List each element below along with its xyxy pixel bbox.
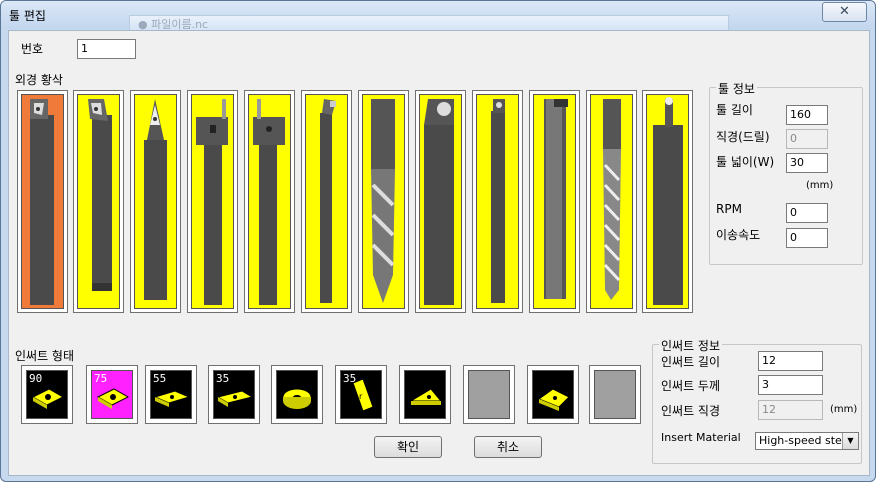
rpm-field[interactable]: 0	[786, 203, 828, 223]
insert-thickness-label: 인써트 두께	[661, 379, 721, 393]
tool-drill[interactable]	[358, 90, 409, 313]
tool-groove-bore[interactable]	[529, 90, 580, 313]
tool-image	[248, 94, 291, 309]
tool-info-group: 툴 정보 툴 길이 160 직경(드릴) 0 툴 넓이(W) 30 (mm) R…	[709, 80, 863, 265]
tool-width-label: 툴 넓이(W)	[716, 155, 775, 169]
window-title: 툴 편집	[9, 9, 46, 23]
tool-image	[305, 94, 348, 309]
tool-image	[590, 94, 633, 309]
number-label: 번호	[21, 42, 44, 56]
insert-angle-label: 90	[29, 372, 43, 385]
tool-image	[21, 94, 64, 309]
number-field[interactable]: 1	[77, 39, 136, 59]
title-bar[interactable]: ● 파일이름.nc 툴 편집 ✕	[1, 1, 875, 33]
tool-type-label: 외경 황삭	[15, 73, 63, 87]
tool-image	[191, 94, 234, 309]
tool-width-field[interactable]: 30	[786, 153, 828, 173]
insert-angle-label: 75	[94, 372, 108, 385]
insert-image: 35	[213, 370, 255, 419]
tool-thread-bore[interactable]	[472, 90, 523, 313]
insert-material-label: Insert Material	[661, 431, 741, 444]
insert-round[interactable]	[271, 365, 323, 424]
insert-diameter-label: 인써트 직경	[661, 404, 721, 418]
insert-35-v[interactable]: r 35	[335, 365, 387, 424]
insert-length-label: 인써트 길이	[661, 355, 721, 369]
tool-image	[134, 94, 177, 309]
tool-boring[interactable]	[301, 90, 352, 313]
insert-trigon[interactable]	[527, 365, 579, 424]
chevron-down-icon[interactable]: ▼	[842, 433, 858, 449]
tool-image	[419, 94, 462, 309]
insert-55[interactable]: 55	[145, 365, 197, 424]
insert-thickness-field[interactable]: 3	[758, 375, 823, 395]
rpm-label: RPM	[716, 202, 742, 216]
dialog-body: 번호 1 외경 황삭 툴 정보 툴 길이 160 직경(드릴) 0 툴 넓이(W…	[8, 30, 870, 476]
insert-diameter-field: 12	[758, 400, 823, 420]
insert-empty-2[interactable]	[589, 365, 641, 424]
insert-angle-label: 35	[343, 372, 357, 385]
insert-info-legend: 인써트 정보	[659, 337, 723, 354]
insert-angle-label: 35	[216, 372, 230, 385]
tool-unit-label: (mm)	[806, 180, 834, 191]
tool-image	[77, 94, 120, 309]
insert-image	[276, 370, 318, 419]
insert-unit-label: (mm)	[830, 404, 858, 415]
tool-tap[interactable]	[586, 90, 637, 313]
tool-image	[646, 94, 689, 309]
tool-length-label: 툴 길이	[716, 103, 753, 117]
insert-length-field[interactable]: 12	[758, 351, 823, 371]
tool-image	[533, 94, 576, 309]
insert-image: 55	[150, 370, 192, 419]
insert-type-label: 인써트 형태	[15, 349, 75, 363]
tool-info-legend: 툴 정보	[716, 80, 757, 97]
insert-material-select[interactable]: High-speed steel ▼	[755, 432, 859, 450]
tool-rough-ccw[interactable]	[73, 90, 124, 313]
tool-edit-window: ● 파일이름.nc 툴 편집 ✕ 번호 1 외경 황삭 툴 정보 툴 길이 16…	[0, 0, 876, 482]
tool-image	[362, 94, 405, 309]
tool-groove-left[interactable]	[187, 90, 238, 313]
insert-material-value: High-speed steel	[759, 434, 852, 447]
tool-face[interactable]	[415, 90, 466, 313]
feed-rate-field[interactable]: 0	[786, 228, 828, 248]
insert-empty-1[interactable]	[463, 365, 515, 424]
insert-35[interactable]: 35	[208, 365, 260, 424]
insert-info-group: 인써트 정보 인써트 길이 12 인써트 두께 3 인써트 직경 12 (mm)…	[652, 337, 862, 464]
tool-bore-small[interactable]	[642, 90, 693, 313]
insert-75[interactable]: 75	[86, 365, 138, 424]
insert-image: 75	[91, 370, 133, 419]
close-button[interactable]: ✕	[822, 2, 867, 22]
ok-button[interactable]: 확인	[374, 436, 442, 458]
tool-groove-right[interactable]	[244, 90, 295, 313]
diameter-label: 직경(드릴)	[716, 130, 770, 144]
tool-length-field[interactable]: 160	[786, 105, 828, 125]
insert-image: 90	[26, 370, 68, 419]
insert-triangle[interactable]	[399, 365, 451, 424]
tool-finish[interactable]	[130, 90, 181, 313]
insert-90[interactable]: 90	[21, 365, 73, 424]
insert-image	[404, 370, 446, 419]
insert-angle-label: 55	[153, 372, 167, 385]
insert-image	[532, 370, 574, 419]
insert-image	[468, 370, 510, 419]
tool-rough-cw[interactable]	[17, 90, 68, 313]
feed-rate-label: 이송속도	[716, 228, 761, 242]
diameter-field: 0	[786, 129, 828, 149]
insert-image: r 35	[340, 370, 382, 419]
insert-image	[594, 370, 636, 419]
cancel-button[interactable]: 취소	[474, 436, 542, 458]
tool-image	[476, 94, 519, 309]
